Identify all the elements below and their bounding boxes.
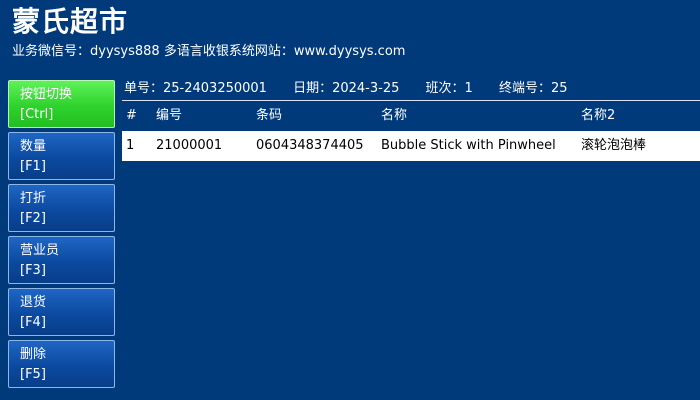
column-header-code: 编号	[156, 108, 183, 123]
order-number: 单号：25-2403250001	[124, 81, 267, 96]
terminal-number: 终端号：25	[498, 81, 568, 96]
button-shortcut: [F3]	[20, 263, 46, 278]
column-header-name2: 名称2	[581, 108, 616, 123]
button-label: 退货	[20, 295, 47, 310]
row-name: Bubble Stick with Pinwheel	[381, 138, 556, 153]
salesperson-button[interactable]: 营业员 [F3]	[8, 236, 115, 284]
button-shortcut: [F2]	[20, 211, 46, 226]
order-info-bar: 单号：25-2403250001 日期：2024-3-25 班次：1 终端号：2…	[124, 80, 589, 98]
button-shortcut: [F4]	[20, 315, 46, 330]
return-button[interactable]: 退货 [F4]	[8, 288, 115, 336]
row-code: 21000001	[156, 138, 223, 153]
button-label: 删除	[20, 347, 47, 362]
table-header: # 编号 条码 名称 名称2	[122, 100, 700, 131]
button-label: 数量	[20, 139, 47, 154]
button-shortcut: [F1]	[20, 159, 46, 174]
button-shortcut: [Ctrl]	[20, 107, 54, 122]
items-table: # 编号 条码 名称 名称2 1 21000001 0604348374405 …	[122, 100, 700, 161]
discount-button[interactable]: 打折 [F2]	[8, 184, 115, 232]
order-date: 日期：2024-3-25	[293, 81, 400, 96]
column-header-name: 名称	[381, 108, 408, 123]
shift-number: 班次：1	[425, 81, 473, 96]
button-label: 按钮切换	[20, 87, 73, 102]
store-title: 蒙氏超市	[12, 5, 129, 38]
quantity-button[interactable]: 数量 [F1]	[8, 132, 115, 180]
delete-button[interactable]: 删除 [F5]	[8, 340, 115, 388]
button-shortcut: [F5]	[20, 367, 46, 382]
table-row[interactable]: 1 21000001 0604348374405 Bubble Stick wi…	[122, 131, 700, 161]
column-header-barcode: 条码	[256, 108, 283, 123]
column-header-index: #	[126, 108, 137, 123]
store-subtitle: 业务微信号：dyysys888 多语言收银系统网站：www.dyysys.com	[12, 44, 406, 59]
row-name2: 滚轮泡泡棒	[581, 138, 647, 153]
row-barcode: 0604348374405	[256, 138, 364, 153]
row-index: 1	[126, 138, 135, 153]
button-label: 营业员	[20, 243, 60, 258]
function-sidebar: 按钮切换 [Ctrl] 数量 [F1] 打折 [F2] 营业员 [F3] 退货 …	[8, 80, 115, 392]
toggle-buttons-button[interactable]: 按钮切换 [Ctrl]	[8, 80, 115, 128]
button-label: 打折	[20, 191, 47, 206]
